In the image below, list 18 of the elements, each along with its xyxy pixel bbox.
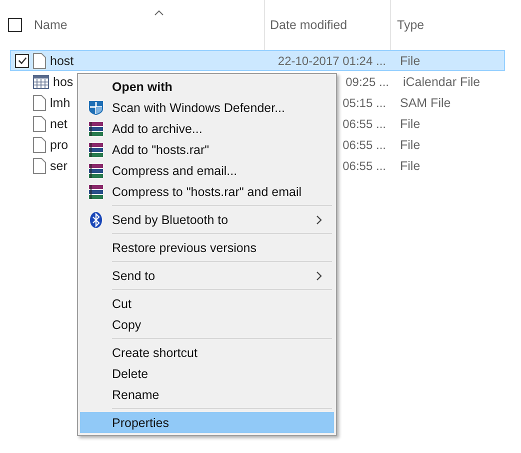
file-type: File [400,138,420,152]
date-modified: 06:55 ... [342,158,386,172]
date-modified: 09:25 ... [346,74,389,88]
date-modified: 06:55 ... [342,138,386,152]
date-modified: 22-10-2017 01:24 ... [278,54,386,68]
file-name: hos [53,74,74,88]
file-name: ser [50,158,68,172]
file-type: SAM File [400,96,451,110]
file-type: File [400,116,420,130]
file-type: iCalendar File [403,74,480,88]
file-type: File [400,158,420,172]
date-modified: 05:15 ... [342,96,386,110]
file-type: File [400,54,420,68]
date-modified: 06:55 ... [342,116,386,130]
file-name: net [50,116,68,130]
file-name: host [50,54,74,68]
file-name: lmh [50,96,70,110]
file-name: pro [50,138,68,152]
